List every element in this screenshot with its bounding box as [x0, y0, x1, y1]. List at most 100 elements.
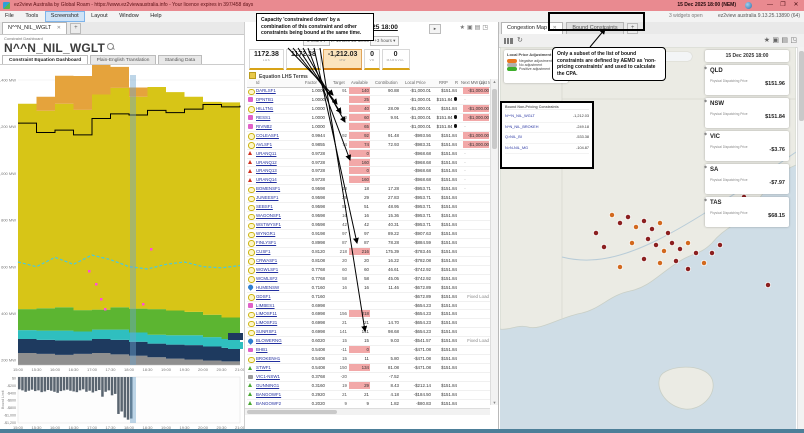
minimize-button[interactable]: —: [764, 0, 776, 11]
unit-link[interactable]: JUNEESF1: [256, 195, 300, 200]
generator-dot[interactable]: [669, 240, 675, 246]
generator-dot[interactable]: [665, 230, 671, 236]
col-header-r[interactable]: R: [455, 80, 458, 85]
favourite-icon[interactable]: ★: [460, 25, 467, 31]
unit-link[interactable]: URANQ14: [256, 177, 300, 182]
range-fwd-select[interactable]: +3 hours ▾: [370, 36, 400, 46]
generator-dot[interactable]: [601, 244, 607, 250]
unit-link[interactable]: LIMOSF11: [256, 311, 300, 316]
unit-link[interactable]: URANQ12: [256, 160, 300, 165]
col-header-available[interactable]: Available: [351, 80, 368, 85]
unit-link[interactable]: GDSF1: [256, 294, 300, 299]
unit-link[interactable]: WSTWYSF1: [256, 222, 300, 227]
unit-link[interactable]: HUMENSW: [256, 285, 300, 290]
generator-dot[interactable]: [693, 250, 699, 256]
generator-dot[interactable]: [657, 220, 663, 226]
unit-link[interactable]: DARLSF1: [256, 88, 300, 93]
unit-link[interactable]: STWF1: [256, 365, 300, 370]
region-card-qld[interactable]: ◆ QLD Physical Dispatching Price $151.96: [704, 65, 789, 95]
unit-link[interactable]: BHB1: [256, 347, 300, 352]
generator-dot[interactable]: [617, 220, 623, 226]
unit-link[interactable]: RIVNB2: [256, 124, 300, 129]
time-cursor-mini[interactable]: [130, 377, 136, 423]
menu-file[interactable]: File: [0, 11, 19, 22]
menu-layout[interactable]: Layout: [86, 11, 113, 22]
unit-link[interactable]: BROKENH1: [256, 356, 300, 361]
generator-dot[interactable]: [685, 266, 691, 272]
constraint-row[interactable]: N>N-NIL_MG -104.87: [505, 144, 589, 154]
generator-dot[interactable]: [701, 260, 707, 266]
chart-view-icon[interactable]: [504, 38, 513, 44]
tab-constraint-dashboard[interactable]: N^^N_NIL_WGLT ✕: [2, 22, 67, 34]
table-hscroll-thumb[interactable]: [247, 410, 337, 414]
unit-link[interactable]: WYNGR1: [256, 231, 300, 236]
generator-dot[interactable]: [661, 248, 667, 254]
generator-dot[interactable]: [765, 282, 771, 288]
bound-constraints-list[interactable]: Bound Non-Pricing Constraints N^^N_NIL_W…: [500, 101, 594, 169]
unit-link[interactable]: BLOWERNG: [256, 338, 300, 343]
unit-link[interactable]: SEBSF1: [256, 204, 300, 209]
region-card-nsw[interactable]: ◆ NSW Physical Dispatching Price $151.84: [704, 98, 789, 128]
unit-link[interactable]: BANGOWF2: [256, 401, 300, 405]
unit-link[interactable]: BOMENSF1: [256, 186, 300, 191]
unit-link[interactable]: COLEASF1: [256, 133, 300, 138]
constraint-row[interactable]: N^N_NIL_BROKEH -249.18: [505, 123, 589, 133]
add-tab-button[interactable]: +: [70, 23, 82, 34]
generator-dot[interactable]: [593, 230, 599, 236]
generator-dot[interactable]: [717, 242, 723, 248]
constraint-row[interactable]: N^^N_NIL_WGLT -1,212.03: [505, 112, 589, 123]
generator-dot[interactable]: [653, 242, 659, 248]
generator-dot[interactable]: [625, 214, 631, 220]
next-period-button[interactable]: ►: [429, 24, 441, 34]
generator-dot[interactable]: [645, 236, 651, 242]
unit-link[interactable]: LIMOSF21: [256, 320, 300, 325]
congestion-map[interactable]: Local Price Adjustment Negative adjustme…: [500, 47, 796, 429]
map-vscroll-thumb[interactable]: [799, 51, 804, 121]
menu-tools[interactable]: Tools: [20, 11, 43, 22]
table-vscrollbar[interactable]: ▲ ▼: [490, 79, 498, 405]
generator-dot[interactable]: [709, 250, 715, 256]
col-header-rrp[interactable]: RRP: [439, 80, 448, 85]
generator-dot[interactable]: [641, 256, 647, 262]
camera-icon[interactable]: ▣: [467, 25, 475, 31]
unit-link[interactable]: VIC1-NSW1: [256, 374, 300, 379]
generator-dot[interactable]: [657, 260, 663, 266]
col-header-local-price[interactable]: Local Price: [405, 80, 426, 85]
generator-dot[interactable]: [677, 246, 683, 252]
time-cursor[interactable]: [130, 75, 136, 365]
generator-dot[interactable]: [629, 240, 635, 246]
generator-dot[interactable]: [649, 226, 655, 232]
favourite-icon[interactable]: ★: [764, 36, 770, 44]
generator-dot[interactable]: [609, 212, 615, 218]
refresh-icon[interactable]: ↻: [517, 36, 523, 44]
unit-link[interactable]: URANQ13: [256, 168, 300, 173]
unit-link[interactable]: SUNRSF1: [256, 329, 300, 334]
col-header-factor[interactable]: Factor: [305, 80, 317, 85]
table-hscrollbar[interactable]: [245, 408, 490, 415]
unit-link[interactable]: RESS1: [256, 115, 300, 120]
table-vscroll-thumb[interactable]: [492, 89, 497, 149]
unit-link[interactable]: CRWASF1: [256, 258, 300, 263]
constraint-row[interactable]: Q>NIL_BI -533.38: [505, 133, 589, 144]
close-tab-icon[interactable]: ✕: [57, 25, 61, 31]
unit-link[interactable]: AVLSF1: [256, 142, 300, 147]
region-card-sa[interactable]: ◆ SA Physical Dispatching Price -$7.97: [704, 164, 789, 194]
generator-dot[interactable]: [617, 264, 623, 270]
maximize-button[interactable]: ❐: [777, 0, 789, 11]
unit-link[interactable]: BANGOWF1: [256, 392, 300, 397]
col-header-id[interactable]: Id: [256, 80, 260, 85]
generator-dot[interactable]: [633, 224, 639, 230]
region-card-tas[interactable]: ◆ TAS Physical Dispatching Price $68.15: [704, 197, 789, 227]
nem-clock[interactable]: 15 Dec 2025 18:00 (NEM): [677, 0, 736, 11]
unit-link[interactable]: URANQ11: [256, 151, 300, 156]
map-vscrollbar[interactable]: [797, 47, 804, 429]
magnifier-icon[interactable]: [107, 43, 115, 50]
generator-dot[interactable]: [685, 240, 691, 246]
globe-icon[interactable]: [745, 2, 752, 9]
unit-link[interactable]: WGWLSF1: [256, 267, 300, 272]
camera-icon[interactable]: ▣: [772, 36, 779, 44]
col-header-contribution[interactable]: Contribution: [375, 80, 398, 85]
unit-link[interactable]: HILLTN1: [256, 106, 300, 111]
unit-link[interactable]: DPNTB1: [256, 97, 300, 102]
col-header-target[interactable]: Target: [333, 80, 345, 85]
